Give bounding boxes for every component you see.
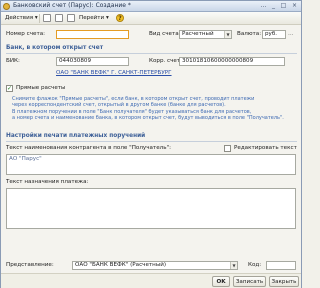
counterparty-text-label: Текст наименования контрагента в поле "П… [6,145,171,151]
direct-payments-checkbox[interactable]: ✓ [6,85,13,92]
account-number-input[interactable] [56,30,129,39]
account-number-label: Номер счета: [6,31,46,37]
currency-label: Валюта: [237,31,262,37]
save-icon[interactable] [43,14,51,22]
edit-text-checkbox[interactable] [224,145,231,152]
actions-label: Действия [5,15,34,21]
counterparty-textarea[interactable]: АО "Парус" [6,154,296,175]
actions-menu[interactable]: Действия ▾ [5,14,38,23]
bik-input[interactable]: 044030809 [56,57,129,66]
representation-input[interactable]: ОАО "БАНК ВЕФК" (Расчетный) ▼ [72,261,238,270]
chevron-down-icon: ▾ [34,15,38,21]
payment-purpose-label: Текст назначения платежа: [6,179,89,185]
account-type-value: Расчетный [182,31,214,37]
more-button[interactable]: … [259,2,268,10]
ellipsis-icon[interactable]: … [288,30,294,38]
chevron-down-icon[interactable]: ▼ [230,262,237,269]
representation-value: ОАО "БАНК ВЕФК" (Расчетный) [75,262,167,268]
corr-account-input[interactable]: 30101810600000000809 [179,57,285,66]
section-divider [6,53,297,54]
ok-button[interactable]: OK [212,276,230,287]
maximize-button[interactable]: □ [279,2,288,10]
help-icon[interactable]: ? [116,14,124,22]
minimize-button[interactable]: _ [269,2,278,10]
hint-line: а номер счета и наименование банка, в ко… [12,115,284,122]
direct-payments-label: Прямые расчеты [16,85,66,91]
chevron-down-icon: ▾ [105,15,109,21]
list-icon[interactable] [67,14,75,22]
button-bar: OK Записать Закрыть [1,273,301,288]
direct-payments-hint: Снимите флажок "Прямые расчеты", если ба… [12,96,284,122]
close-window-button[interactable]: × [290,2,299,10]
currency-input[interactable]: руб. [262,30,286,39]
app-icon [3,3,10,10]
section-divider [6,141,297,142]
edit-text-label: Редактировать текст [234,145,297,151]
toolbar: Действия ▾ Перейти ▾ ? [1,12,301,25]
bank-account-window: Банковский счет (Парус): Создание * … _ … [0,0,302,288]
chevron-down-icon[interactable]: ▼ [224,31,231,38]
goto-label: Перейти [79,15,105,21]
print-section-title: Настройки печати платежных поручений [6,133,146,139]
title-bar: Банковский счет (Парус): Создание * … _ … [1,1,301,12]
post-and-close-icon[interactable] [55,14,63,22]
representation-label: Представление: [6,262,54,268]
bank-name-link[interactable]: ОАО "БАНК ВЕФК" Г. САНКТ-ПЕТЕРБУРГ [56,70,172,76]
payment-purpose-textarea[interactable] [6,188,296,229]
code-label: Код: [248,262,262,268]
account-type-label: Вид счета: [149,31,181,37]
account-type-select[interactable]: Расчетный ▼ [179,30,232,39]
save-button[interactable]: Записать [233,276,266,287]
corr-account-label: Корр. счет: [149,58,183,64]
bank-section-title: Банк, в котором открыт счет [6,45,104,51]
bik-label: БИК: [6,58,20,64]
window-title: Банковский счет (Парус): Создание * [13,2,131,9]
close-button[interactable]: Закрыть [269,276,299,287]
toolbar-separator [39,14,40,23]
code-input[interactable] [266,261,296,270]
goto-menu[interactable]: Перейти ▾ [79,14,109,23]
